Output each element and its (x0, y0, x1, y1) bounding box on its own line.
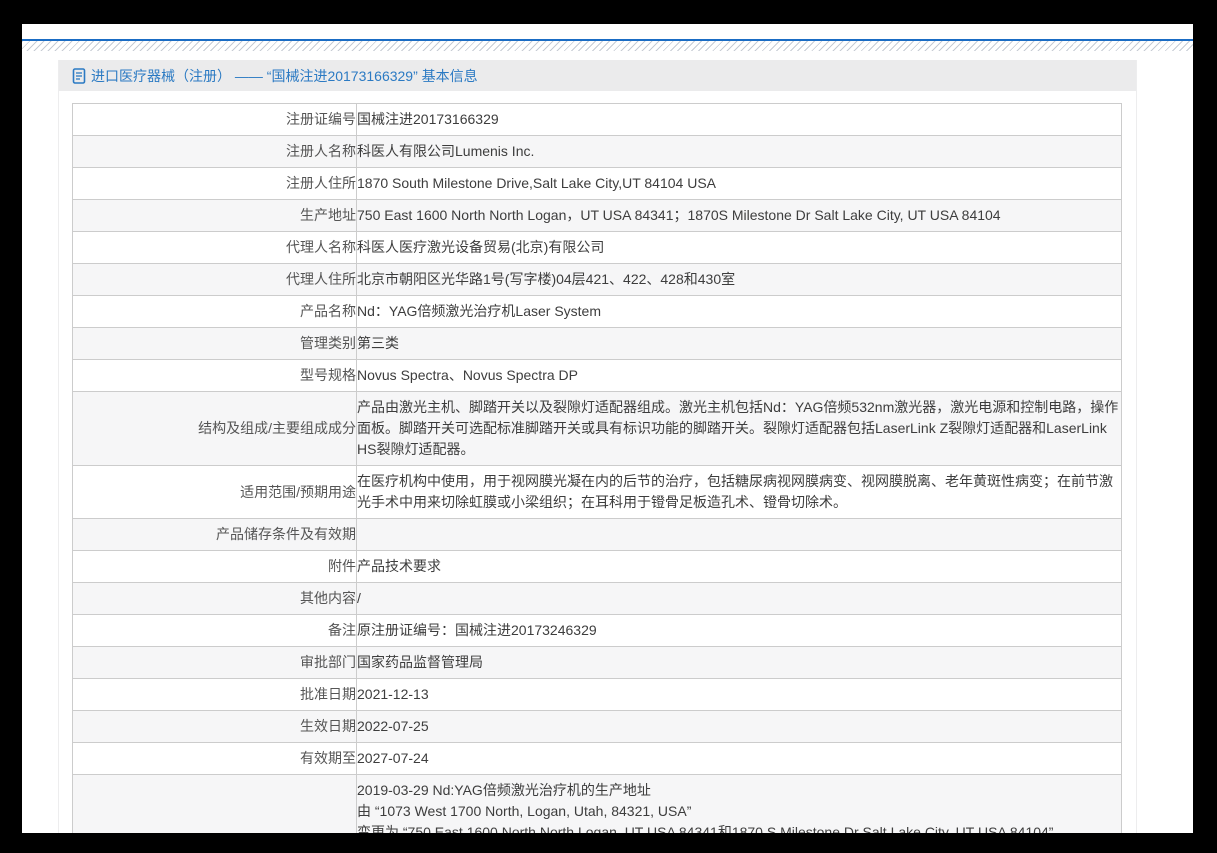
table-row: 适用范围/预期用途 在医疗机构中使用，用于视网膜光凝在内的后节的治疗，包括糖尿病… (72, 465, 1122, 519)
row-label: 审批部门 (72, 646, 357, 679)
row-label: 有效期至 (72, 742, 357, 775)
row-label: 结构及组成/主要组成成分 (72, 391, 357, 466)
row-label: 适用范围/预期用途 (72, 465, 357, 519)
change-history-line: 变更为 “750 East 1600 North North Logan, UT… (357, 824, 1068, 833)
row-label: 附件 (72, 550, 357, 583)
row-label: 代理人住所 (72, 263, 357, 296)
table-row: 产品名称 Nd：YAG倍频激光治疗机Laser System (72, 295, 1122, 328)
table-row: 型号规格 Novus Spectra、Novus Spectra DP (72, 359, 1122, 392)
desktop-background: { "colors": { "accent_blue": "#2b7ac3", … (0, 0, 1217, 853)
table-row: 批准日期 2021-12-13 (72, 678, 1122, 711)
table-row: 注册证编号 国械注进20173166329 (72, 103, 1122, 136)
diagonal-stripe-band (22, 41, 1193, 51)
row-value: 2027-07-24 (356, 742, 1122, 775)
table-row: 审批部门 国家药品监督管理局 (72, 646, 1122, 679)
table-row-change-history: 变更情况 2019-03-29 Nd:YAG倍频激光治疗机的生产地址 由 “10… (72, 774, 1122, 833)
row-value: 产品技术要求 (356, 550, 1122, 583)
table-row: 有效期至 2027-07-24 (72, 742, 1122, 775)
row-value: Novus Spectra、Novus Spectra DP (356, 359, 1122, 392)
row-value: 1870 South Milestone Drive,Salt Lake Cit… (356, 167, 1122, 200)
row-label: 备注 (72, 614, 357, 647)
row-value: / (356, 582, 1122, 615)
row-value (356, 518, 1122, 551)
row-label: 生效日期 (72, 710, 357, 743)
table-row: 注册人名称 科医人有限公司Lumenis Inc. (72, 135, 1122, 168)
row-value: 2019-03-29 Nd:YAG倍频激光治疗机的生产地址 由 “1073 We… (356, 774, 1122, 833)
table-row: 附件 产品技术要求 (72, 550, 1122, 583)
row-value: 科医人医疗激光设备贸易(北京)有限公司 (356, 231, 1122, 264)
table-row: 管理类别 第三类 (72, 327, 1122, 360)
table-row: 产品储存条件及有效期 (72, 518, 1122, 551)
row-value: Nd：YAG倍频激光治疗机Laser System (356, 295, 1122, 328)
row-label: 管理类别 (72, 327, 357, 360)
table-row: 生效日期 2022-07-25 (72, 710, 1122, 743)
table-row: 代理人住所 北京市朝阳区光华路1号(写字楼)04层421、422、428和430… (72, 263, 1122, 296)
document-icon (72, 67, 86, 84)
content-panel: 进口医疗器械（注册） —— “国械注进20173166329” 基本信息 注册证… (58, 60, 1137, 833)
row-value: 在医疗机构中使用，用于视网膜光凝在内的后节的治疗，包括糖尿病视网膜病变、视网膜脱… (356, 465, 1122, 519)
row-label: 注册人住所 (72, 167, 357, 200)
table-row: 其他内容 / (72, 582, 1122, 615)
row-value: 国家药品监督管理局 (356, 646, 1122, 679)
page-background: 进口医疗器械（注册） —— “国械注进20173166329” 基本信息 注册证… (22, 24, 1193, 833)
row-value: 750 East 1600 North North Logan，UT USA 8… (356, 199, 1122, 232)
row-label: 代理人名称 (72, 231, 357, 264)
row-value: 科医人有限公司Lumenis Inc. (356, 135, 1122, 168)
change-history-line: 2019-03-29 Nd:YAG倍频激光治疗机的生产地址 (357, 782, 651, 798)
row-label: 变更情况 (72, 774, 357, 833)
row-value: 北京市朝阳区光华路1号(写字楼)04层421、422、428和430室 (356, 263, 1122, 296)
row-value: 国械注进20173166329 (356, 103, 1122, 136)
table-row: 备注 原注册证编号：国械注进20173246329 (72, 614, 1122, 647)
table-row: 结构及组成/主要组成成分 产品由激光主机、脚踏开关以及裂隙灯适配器组成。激光主机… (72, 391, 1122, 466)
row-label: 注册证编号 (72, 103, 357, 136)
row-label: 产品储存条件及有效期 (72, 518, 357, 551)
row-label: 型号规格 (72, 359, 357, 392)
table-row: 生产地址 750 East 1600 North North Logan，UT … (72, 199, 1122, 232)
row-value: 2021-12-13 (356, 678, 1122, 711)
row-label: 批准日期 (72, 678, 357, 711)
page-title: 进口医疗器械（注册） —— “国械注进20173166329” 基本信息 (91, 67, 478, 84)
row-value: 原注册证编号：国械注进20173246329 (356, 614, 1122, 647)
table-row: 注册人住所 1870 South Milestone Drive,Salt La… (72, 167, 1122, 200)
row-label: 生产地址 (72, 199, 357, 232)
row-label: 产品名称 (72, 295, 357, 328)
row-value: 2022-07-25 (356, 710, 1122, 743)
section-header-bar: 进口医疗器械（注册） —— “国械注进20173166329” 基本信息 (59, 60, 1136, 91)
row-value: 产品由激光主机、脚踏开关以及裂隙灯适配器组成。激光主机包括Nd：YAG倍频532… (356, 391, 1122, 466)
registration-info-table: 注册证编号 国械注进20173166329 注册人名称 科医人有限公司Lumen… (72, 103, 1122, 833)
change-history-line: 由 “1073 West 1700 North, Logan, Utah, 84… (357, 803, 692, 819)
row-value: 第三类 (356, 327, 1122, 360)
change-history-lines: 2019-03-29 Nd:YAG倍频激光治疗机的生产地址 由 “1073 We… (357, 780, 1121, 833)
row-label: 注册人名称 (72, 135, 357, 168)
table-row: 代理人名称 科医人医疗激光设备贸易(北京)有限公司 (72, 231, 1122, 264)
row-label: 其他内容 (72, 582, 357, 615)
